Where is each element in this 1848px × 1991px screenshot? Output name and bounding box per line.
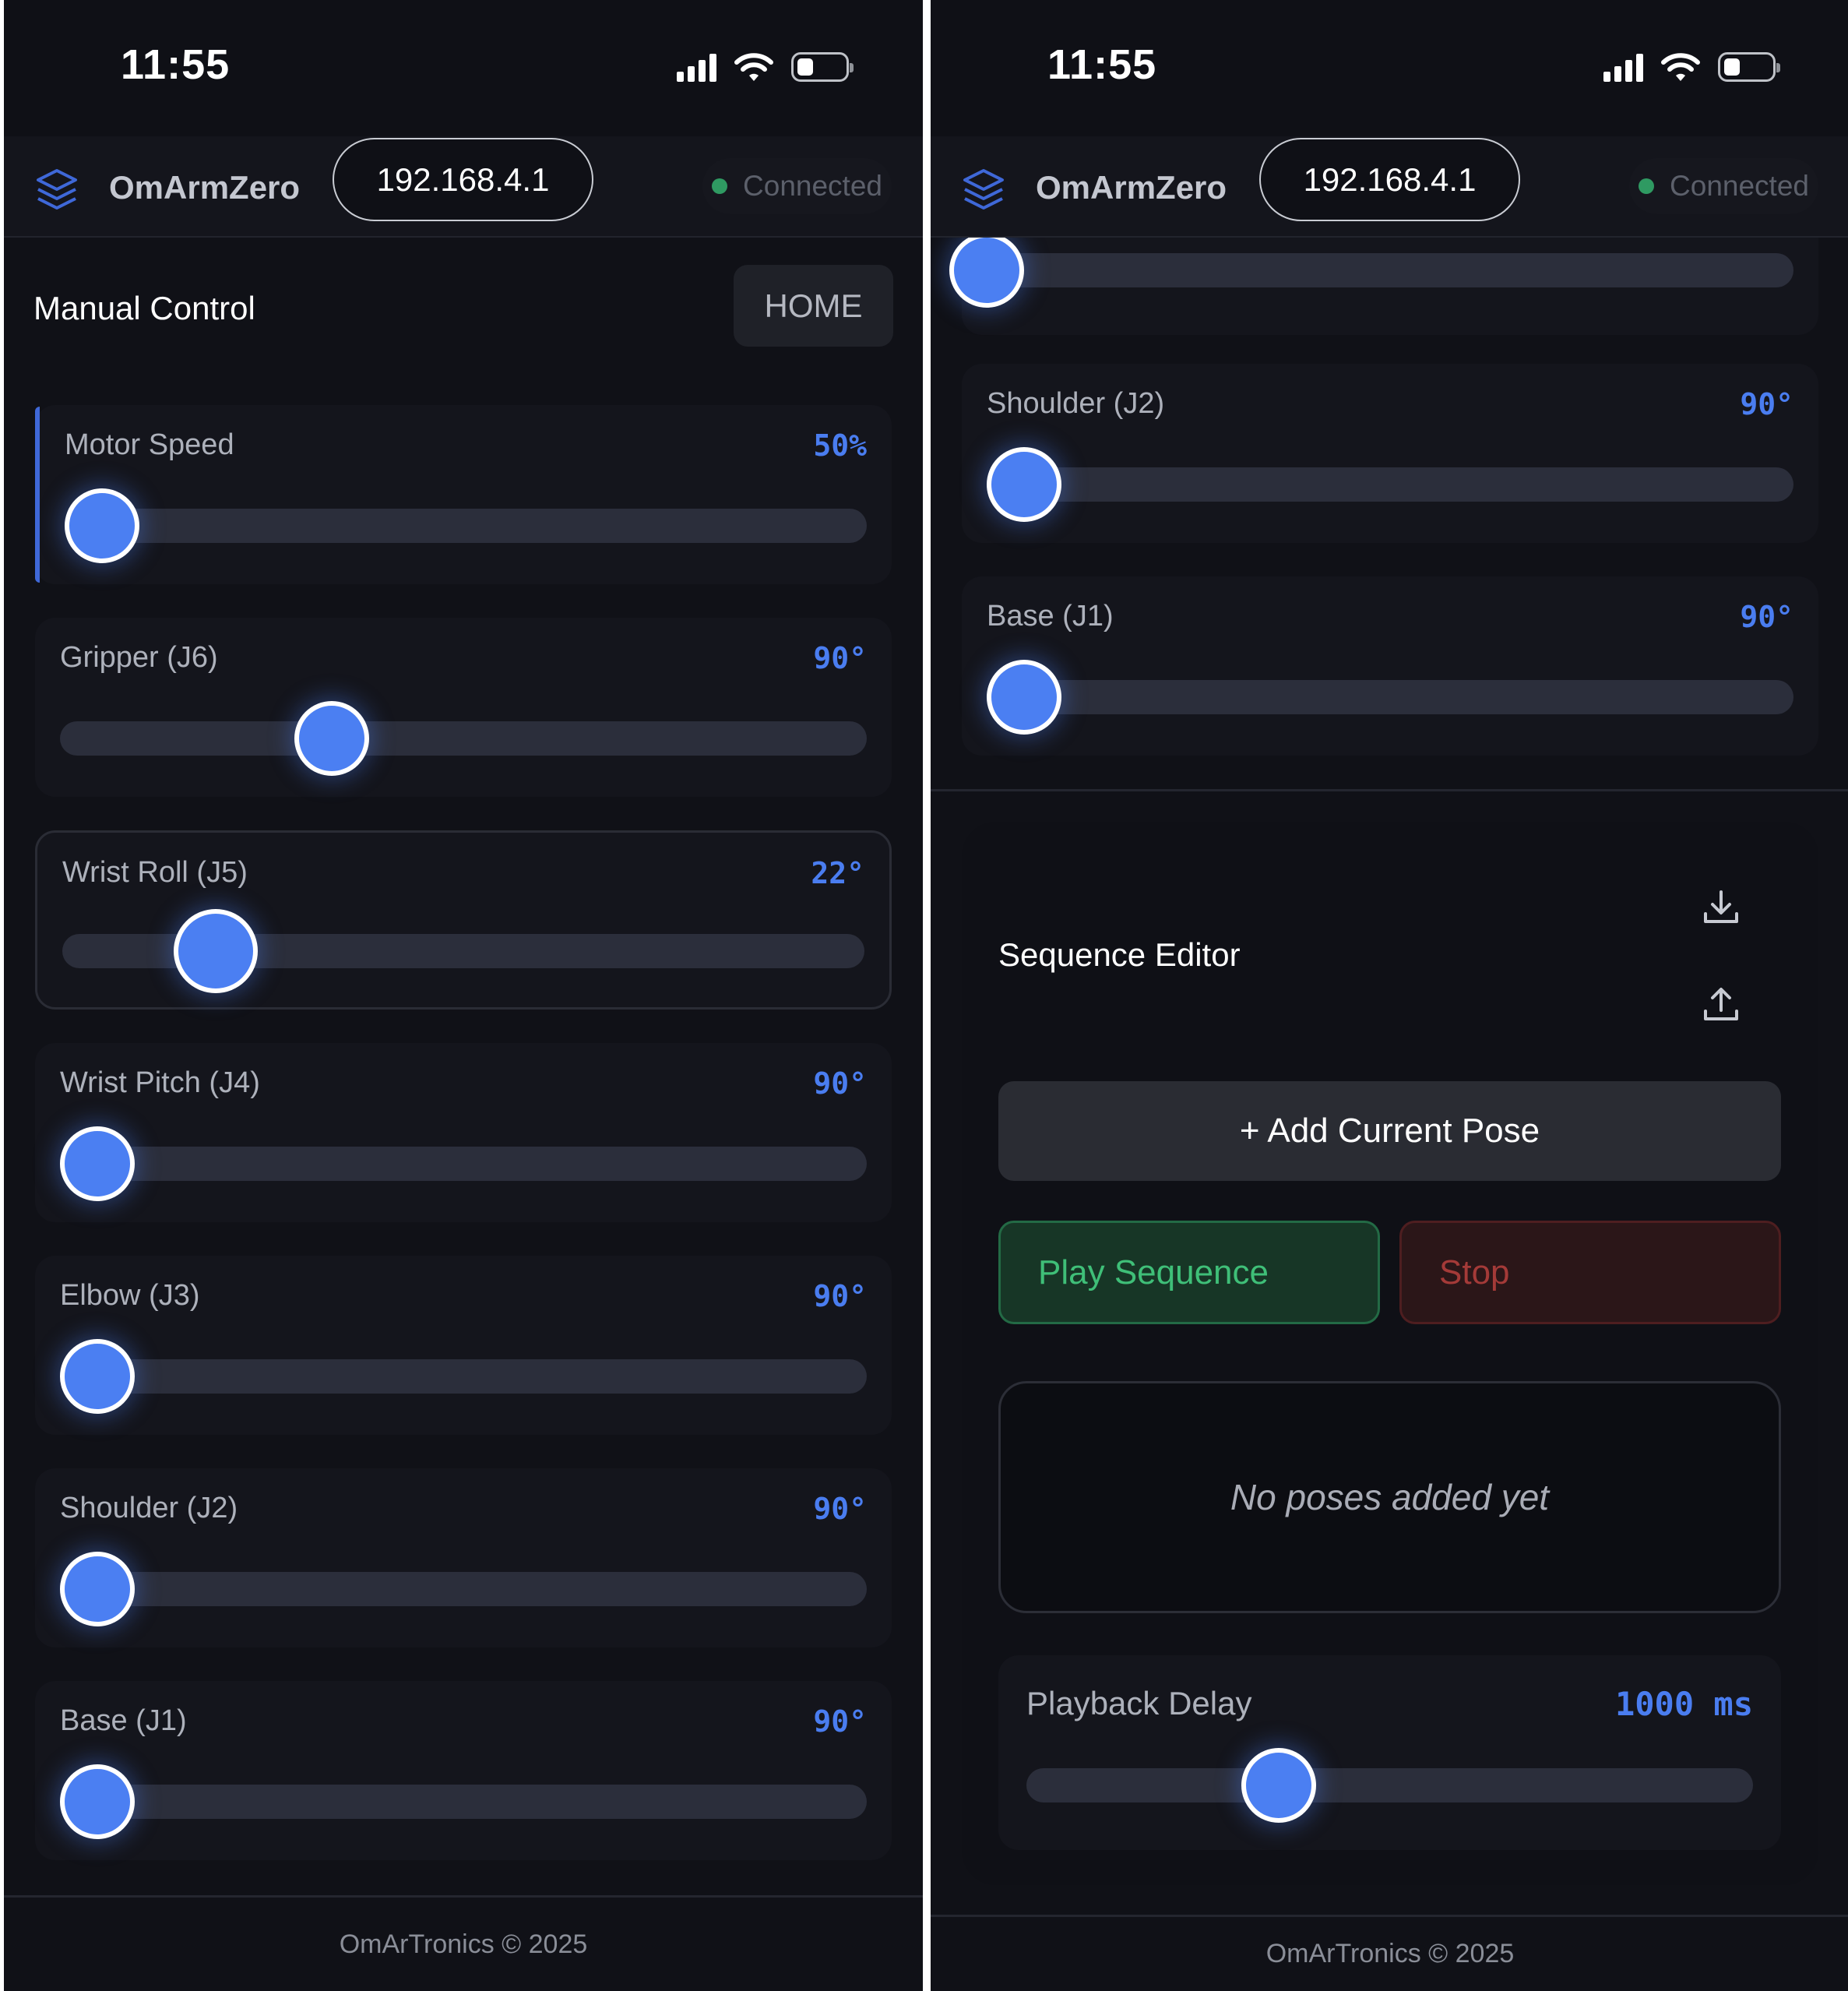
slider-label: Elbow (J3) bbox=[60, 1279, 200, 1312]
slider-card: Shoulder (J2) 90° bbox=[35, 1468, 892, 1647]
slider-label: Shoulder (J2) bbox=[60, 1492, 238, 1524]
footer: OmArTronics © 2025 bbox=[4, 1898, 923, 1991]
status-time: 11:55 bbox=[1047, 41, 1157, 88]
battery-icon bbox=[1718, 52, 1780, 82]
slider-value: 90° bbox=[813, 1279, 867, 1313]
slider-value: 50% bbox=[813, 428, 867, 463]
slider-value: 90° bbox=[813, 1492, 867, 1526]
slider-value: 90° bbox=[1740, 387, 1793, 421]
stop-button[interactable]: Stop bbox=[1399, 1221, 1781, 1324]
status-time: 11:55 bbox=[121, 41, 231, 88]
slider-value: 90° bbox=[1740, 600, 1793, 634]
slider-value: 90° bbox=[813, 1066, 867, 1101]
slider-card: Gripper (J6) 90° bbox=[35, 618, 892, 797]
slider-label: Wrist Roll (J5) bbox=[62, 856, 248, 889]
playback-delay-card: Playback Delay 1000 ms bbox=[998, 1655, 1781, 1850]
slider-label: Shoulder (J2) bbox=[987, 387, 1165, 420]
slider-track[interactable] bbox=[987, 660, 1793, 735]
playback-delay-thumb[interactable] bbox=[1241, 1748, 1317, 1823]
footer: OmArTronics © 2025 bbox=[931, 1917, 1848, 1991]
slider-track[interactable] bbox=[60, 1552, 867, 1626]
app-header: OmArmZero 192.168.4.1 Connected bbox=[931, 136, 1848, 238]
slider-thumb[interactable] bbox=[60, 1339, 135, 1414]
slider-card: Wrist Roll (J5) 22° bbox=[35, 830, 892, 1010]
slider-card: Base (J1) 90° bbox=[962, 576, 1818, 756]
slider-label: Base (J1) bbox=[987, 600, 1114, 633]
slider-thumb[interactable] bbox=[987, 660, 1061, 735]
slider-label: Base (J1) bbox=[60, 1704, 187, 1737]
add-current-pose-button[interactable]: + Add Current Pose bbox=[998, 1081, 1781, 1181]
app-header: OmArmZero 192.168.4.1 Connected bbox=[4, 136, 923, 238]
status-bar: 11:55 bbox=[4, 0, 923, 136]
slider-thumb[interactable] bbox=[65, 488, 139, 563]
slider-value: 22° bbox=[811, 856, 864, 890]
ip-address-field[interactable]: 192.168.4.1 bbox=[333, 138, 593, 221]
play-sequence-button[interactable]: Play Sequence bbox=[998, 1221, 1380, 1324]
connection-dot-icon bbox=[712, 178, 728, 194]
slider-card: Base (J1) 90° bbox=[35, 1681, 892, 1860]
left-screen: 11:55 OmArmZero 192.168.4.1 Connected Ma… bbox=[4, 0, 923, 1991]
layers-icon bbox=[37, 169, 77, 210]
slider-track[interactable] bbox=[65, 488, 867, 563]
layers-icon bbox=[963, 169, 1004, 210]
playback-delay-value: 1000 ms bbox=[1614, 1685, 1753, 1723]
playback-delay-track[interactable] bbox=[1026, 1748, 1753, 1823]
slider-track[interactable] bbox=[60, 1126, 867, 1201]
right-screen: 11:55 OmArmZero 192.168.4.1 Connected Sh… bbox=[931, 0, 1848, 1991]
wifi-icon bbox=[1661, 53, 1700, 81]
footer-text: OmArTronics © 2025 bbox=[339, 1929, 588, 1959]
slider-thumb[interactable] bbox=[60, 1764, 135, 1839]
slider-card: Shoulder (J2) 90° bbox=[962, 364, 1818, 543]
home-button[interactable]: HOME bbox=[734, 265, 893, 347]
slider-thumb[interactable] bbox=[987, 447, 1061, 522]
slider-track[interactable] bbox=[62, 909, 864, 993]
battery-icon bbox=[791, 52, 854, 82]
slider-card: Wrist Pitch (J4) 90° bbox=[35, 1043, 892, 1222]
slider-thumb[interactable] bbox=[60, 1126, 135, 1201]
slider-track[interactable] bbox=[60, 1339, 867, 1414]
empty-poses-text: No poses added yet bbox=[1230, 1477, 1550, 1517]
slider-value: 90° bbox=[813, 1704, 867, 1739]
status-bar: 11:55 bbox=[931, 0, 1848, 136]
slider-card: Motor Speed 50% bbox=[35, 405, 892, 584]
slider-label: Wrist Pitch (J4) bbox=[60, 1066, 260, 1099]
sequence-editor-title: Sequence Editor bbox=[998, 936, 1241, 973]
connection-label: Connected bbox=[1670, 170, 1809, 202]
slider-track[interactable] bbox=[60, 1764, 867, 1839]
upload-icon[interactable] bbox=[1694, 978, 1748, 1032]
section-divider bbox=[931, 789, 1848, 791]
slider-thumb[interactable] bbox=[949, 233, 1024, 308]
manual-control-title: Manual Control bbox=[33, 290, 255, 326]
connection-dot-icon bbox=[1639, 178, 1655, 194]
ip-address-field[interactable]: 192.168.4.1 bbox=[1259, 138, 1520, 221]
slider-thumb[interactable] bbox=[294, 701, 369, 776]
slider-track[interactable] bbox=[987, 447, 1793, 522]
connection-label: Connected bbox=[743, 170, 882, 202]
app-name: OmArmZero bbox=[1036, 169, 1227, 206]
slider-track[interactable] bbox=[949, 233, 1793, 308]
slider-thumb[interactable] bbox=[60, 1552, 135, 1626]
slider-value: 90° bbox=[813, 641, 867, 675]
slider-label: Motor Speed bbox=[65, 428, 234, 461]
cellular-signal-icon bbox=[1603, 52, 1643, 82]
download-icon[interactable] bbox=[1694, 880, 1748, 935]
cellular-signal-icon bbox=[677, 52, 716, 82]
footer-text: OmArTronics © 2025 bbox=[1265, 1939, 1515, 1968]
connection-status: Connected bbox=[1629, 158, 1818, 214]
app-name: OmArmZero bbox=[109, 169, 301, 206]
playback-delay-label: Playback Delay bbox=[1026, 1685, 1252, 1721]
pose-list-empty: No poses added yet bbox=[998, 1381, 1781, 1613]
connection-status: Connected bbox=[702, 158, 892, 214]
slider-track[interactable] bbox=[60, 701, 867, 776]
slider-thumb[interactable] bbox=[174, 909, 259, 993]
slider-card: Elbow (J3) 90° bbox=[35, 1256, 892, 1435]
slider-label: Gripper (J6) bbox=[60, 641, 218, 674]
wifi-icon bbox=[734, 53, 773, 81]
